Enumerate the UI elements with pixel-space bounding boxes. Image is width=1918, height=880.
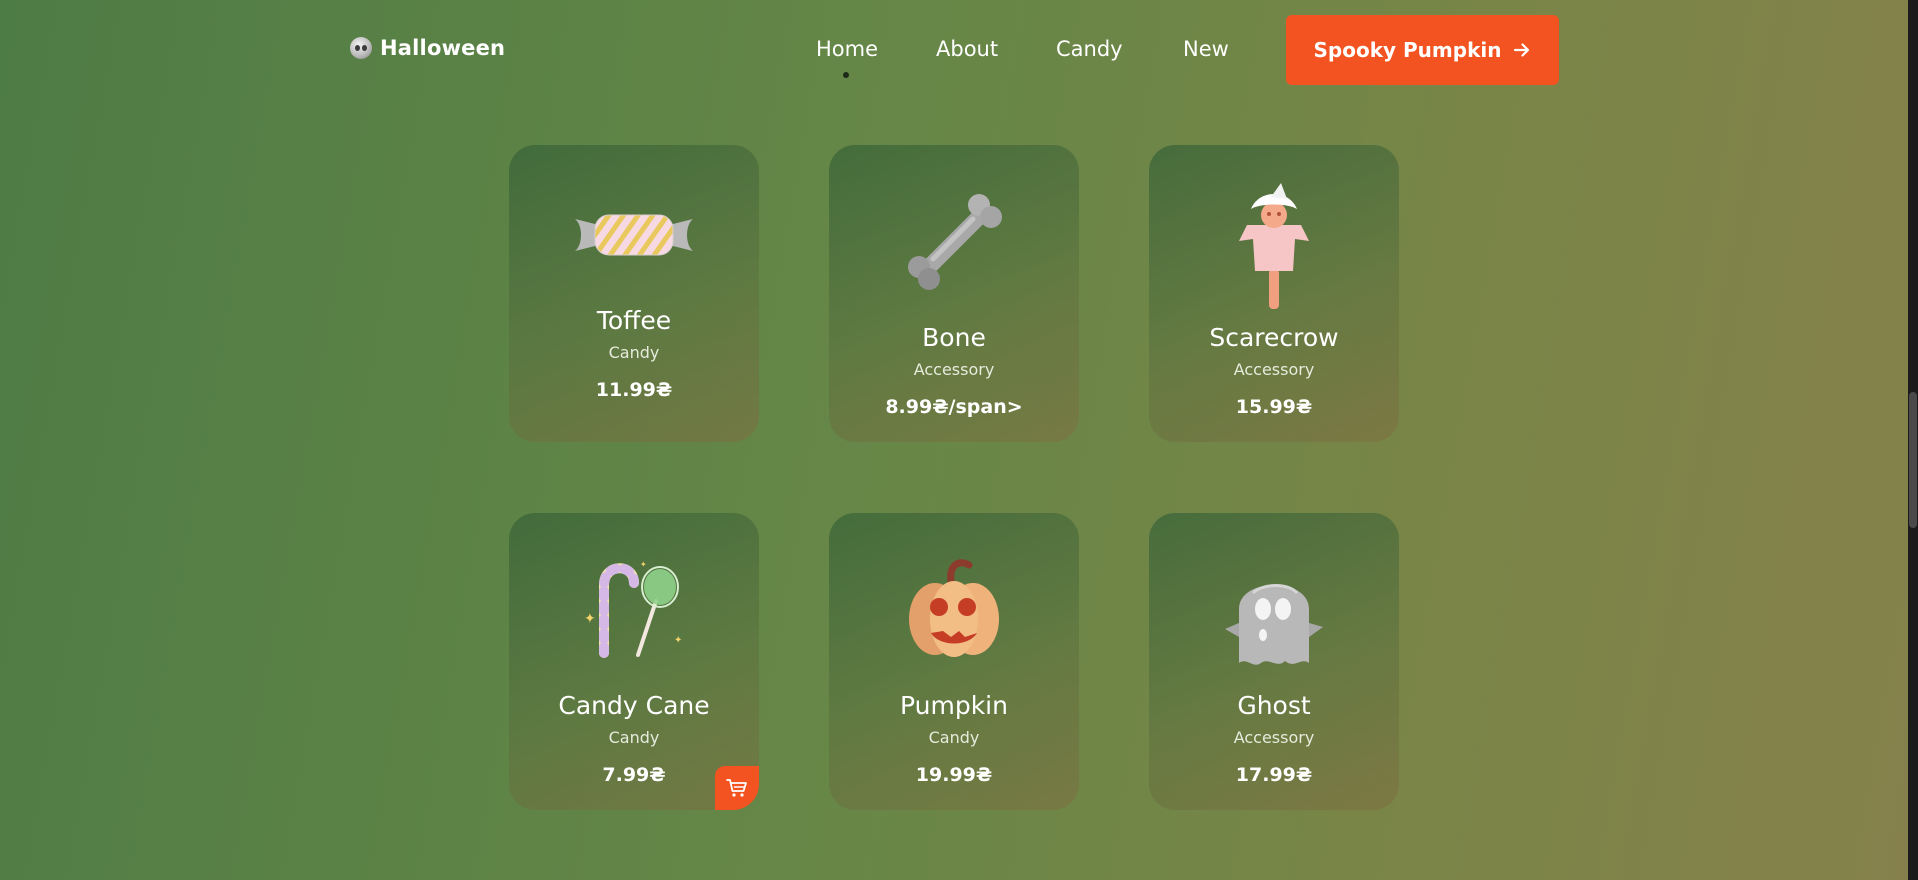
logo-text: Halloween	[380, 36, 506, 60]
svg-text:✦: ✦	[674, 635, 682, 646]
product-card-scarecrow[interactable]: Scarecrow Accessory 15.99₴	[1149, 145, 1399, 442]
product-price: 8.99₴/span>	[885, 396, 1023, 418]
pumpkin-icon	[829, 555, 1079, 665]
product-category: Accessory	[1233, 728, 1315, 747]
product-name: Ghost	[1237, 691, 1311, 720]
product-category: Accessory	[1233, 360, 1315, 379]
active-nav-indicator	[843, 72, 849, 78]
product-name: Bone	[922, 323, 986, 352]
product-category: Accessory	[913, 360, 995, 379]
svg-text:✦: ✦	[640, 560, 647, 569]
candy-cane-icon: ✦ ✦ ✦	[509, 553, 759, 663]
product-category: Candy	[608, 728, 660, 747]
product-name: Toffee	[596, 306, 672, 335]
nav-about[interactable]: About	[936, 37, 998, 61]
product-price: 19.99₴	[915, 764, 993, 786]
product-price: 17.99₴	[1235, 764, 1313, 786]
product-card-pumpkin[interactable]: Pumpkin Candy 19.99₴	[829, 513, 1079, 810]
product-name: Scarecrow	[1209, 323, 1339, 352]
nav-home[interactable]: Home	[816, 37, 878, 61]
product-card-toffee[interactable]: Toffee Candy 11.99₴	[509, 145, 759, 442]
product-name: Candy Cane	[558, 691, 710, 720]
product-price: 11.99₴	[595, 379, 673, 401]
svg-text:✦: ✦	[584, 611, 596, 627]
scarecrow-icon	[1149, 181, 1399, 311]
skull-icon	[350, 37, 372, 59]
nav-candy[interactable]: Candy	[1056, 37, 1123, 61]
product-card-bone[interactable]: Bone Accessory 8.99₴/span>	[829, 145, 1079, 442]
spooky-pumpkin-button[interactable]: Spooky Pumpkin	[1286, 15, 1559, 85]
product-category: Candy	[608, 343, 660, 362]
product-category: Candy	[928, 728, 980, 747]
cart-icon	[726, 779, 747, 797]
toffee-icon	[509, 205, 759, 265]
cta-label: Spooky Pumpkin	[1313, 38, 1502, 62]
nav-new[interactable]: New	[1183, 37, 1229, 61]
scrollbar-thumb[interactable]	[1909, 392, 1917, 528]
logo[interactable]: Halloween	[350, 36, 505, 60]
add-to-cart-button[interactable]	[715, 766, 759, 810]
ghost-icon	[1149, 563, 1399, 673]
product-name: Pumpkin	[900, 691, 1008, 720]
product-price: 15.99₴	[1235, 396, 1313, 418]
arrow-right-icon	[1514, 43, 1530, 57]
product-card-ghost[interactable]: Ghost Accessory 17.99₴	[1149, 513, 1399, 810]
bone-icon	[829, 187, 1079, 297]
product-card-candy-cane[interactable]: ✦ ✦ ✦ Candy Cane Candy 7.99₴	[509, 513, 759, 810]
